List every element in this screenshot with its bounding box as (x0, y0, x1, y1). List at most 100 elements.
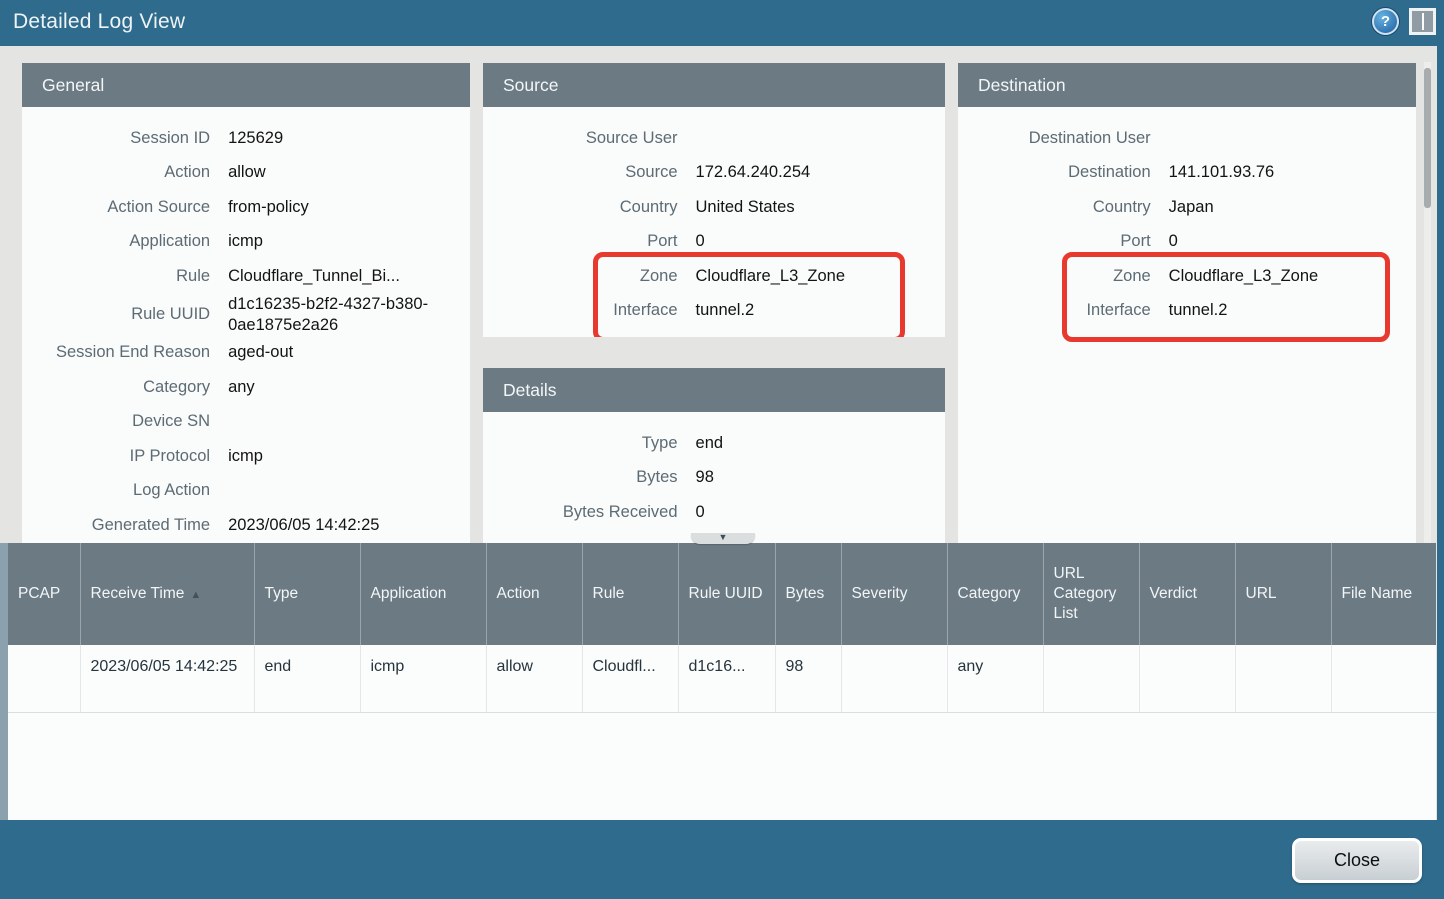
help-icon[interactable]: ? (1372, 8, 1399, 35)
cell-severity (841, 645, 947, 712)
field-row-port: Port0 (958, 225, 1416, 260)
field-value: 0 (696, 231, 945, 252)
source-panel-title: Source (483, 63, 945, 107)
log-table: PCAPReceive Time▲TypeApplicationActionRu… (8, 543, 1436, 713)
log-row[interactable]: 2023/06/05 14:42:25endicmpallowCloudfl..… (8, 645, 1436, 712)
collapse-panel-handle[interactable]: ▼ (691, 533, 755, 544)
column-header-url[interactable]: URL (1235, 543, 1331, 645)
field-label: Source (483, 162, 696, 183)
field-value: any (228, 377, 470, 398)
field-label: Log Action (22, 480, 228, 501)
field-label: Port (958, 231, 1169, 252)
cell-rule-uuid: d1c16... (678, 645, 775, 712)
field-row-port: Port0 (483, 225, 945, 260)
column-header-rule[interactable]: Rule (582, 543, 678, 645)
field-label: Rule UUID (22, 304, 228, 325)
field-value: 2023/06/05 14:42:25 (228, 515, 470, 536)
field-label: Interface (958, 300, 1169, 321)
field-value: 0 (1169, 231, 1416, 252)
column-header-action[interactable]: Action (486, 543, 582, 645)
destination-panel-title: Destination (958, 63, 1416, 107)
field-row-interface: Interfacetunnel.2 (483, 294, 945, 329)
field-value: 0 (696, 502, 945, 523)
field-label: Country (958, 197, 1169, 218)
field-label: Session End Reason (22, 342, 228, 363)
panels-scrollbar[interactable] (1424, 62, 1431, 543)
field-row-action-source: Action Sourcefrom-policy (22, 190, 470, 225)
column-header-pcap[interactable]: PCAP (8, 543, 80, 645)
field-row-device-sn: Device SN (22, 405, 470, 440)
field-row-source-user: Source User (483, 121, 945, 156)
field-value: tunnel.2 (1169, 300, 1416, 321)
cell-application: icmp (360, 645, 486, 712)
field-label: IP Protocol (22, 446, 228, 467)
dialog-footer: Close (0, 820, 1444, 899)
column-header-type[interactable]: Type (254, 543, 360, 645)
log-table-container: PCAPReceive Time▲TypeApplicationActionRu… (8, 543, 1436, 820)
column-header-severity[interactable]: Severity (841, 543, 947, 645)
field-label: Action Source (22, 197, 228, 218)
field-row-zone: ZoneCloudflare_L3_Zone (483, 259, 945, 294)
field-label: Session ID (22, 128, 228, 149)
field-row-interface: Interfacetunnel.2 (958, 294, 1416, 329)
field-row-session-id: Session ID125629 (22, 121, 470, 156)
field-value: Cloudflare_Tunnel_Bi... (228, 266, 470, 287)
source-panel: Source Source UserSource172.64.240.254Co… (483, 63, 945, 337)
field-value: aged-out (228, 342, 470, 363)
field-row-bytes-received: Bytes Received0 (483, 495, 945, 530)
column-header-rule-uuid[interactable]: Rule UUID (678, 543, 775, 645)
details-panel: Details TypeendBytes98Bytes Received0 (483, 368, 945, 543)
field-label: Category (22, 377, 228, 398)
field-value: allow (228, 162, 470, 183)
field-row-type: Typeend (483, 426, 945, 461)
field-value: d1c16235-b2f2-4327-b380-0ae1875e2a26 (228, 294, 470, 336)
field-value: 172.64.240.254 (696, 162, 945, 183)
field-label: Zone (958, 266, 1169, 287)
field-row-action: Actionallow (22, 156, 470, 191)
column-header-bytes[interactable]: Bytes (775, 543, 841, 645)
field-row-country: CountryUnited States (483, 190, 945, 225)
field-label: Device SN (22, 411, 228, 432)
column-header-category[interactable]: Category (947, 543, 1043, 645)
field-row-generated-time: Generated Time2023/06/05 14:42:25 (22, 508, 470, 543)
column-header-url-category-list[interactable]: URL Category List (1043, 543, 1139, 645)
field-label: Rule (22, 266, 228, 287)
column-header-verdict[interactable]: Verdict (1139, 543, 1235, 645)
column-header-file-name[interactable]: File Name (1331, 543, 1436, 645)
cell-url-category-list (1043, 645, 1139, 712)
column-header-application[interactable]: Application (360, 543, 486, 645)
field-label: Type (483, 433, 696, 454)
field-label: Interface (483, 300, 696, 321)
cell-type: end (254, 645, 360, 712)
column-header-receive-time[interactable]: Receive Time▲ (80, 543, 254, 645)
source-fields: Source User Source172.64.240.254 CountryUn… (483, 107, 945, 328)
general-panel: General Session ID125629ActionallowActio… (22, 63, 470, 543)
destination-panel: Destination Destination UserDestination1… (958, 63, 1416, 543)
field-value: 125629 (228, 128, 470, 149)
close-button[interactable]: Close (1292, 838, 1422, 883)
cell-category: any (947, 645, 1043, 712)
field-row-rule-uuid: Rule UUIDd1c16235-b2f2-4327-b380-0ae1875… (22, 294, 470, 336)
field-row-session-end-reason: Session End Reasonaged-out (22, 336, 470, 371)
field-label: Zone (483, 266, 696, 287)
dialog-title: Detailed Log View (13, 10, 185, 34)
field-row-application: Applicationicmp (22, 225, 470, 260)
log-table-header-row: PCAPReceive Time▲TypeApplicationActionRu… (8, 543, 1436, 645)
maximize-icon[interactable] (1409, 8, 1436, 35)
sort-ascending-icon: ▲ (190, 589, 201, 601)
cell-bytes: 98 (775, 645, 841, 712)
cell-receive-time: 2023/06/05 14:42:25 (80, 645, 254, 712)
field-label: Bytes Received (483, 502, 696, 523)
field-value: from-policy (228, 197, 470, 218)
field-value: icmp (228, 231, 470, 252)
field-value: Cloudflare_L3_Zone (696, 266, 945, 287)
field-label: Country (483, 197, 696, 218)
field-value: 141.101.93.76 (1169, 162, 1416, 183)
panels-scrollbar-thumb[interactable] (1424, 68, 1431, 208)
field-label: Destination (958, 162, 1169, 183)
field-label: Port (483, 231, 696, 252)
field-label: Action (22, 162, 228, 183)
table-left-edge (0, 543, 8, 820)
field-row-category: Categoryany (22, 370, 470, 405)
field-label: Source User (483, 128, 696, 149)
